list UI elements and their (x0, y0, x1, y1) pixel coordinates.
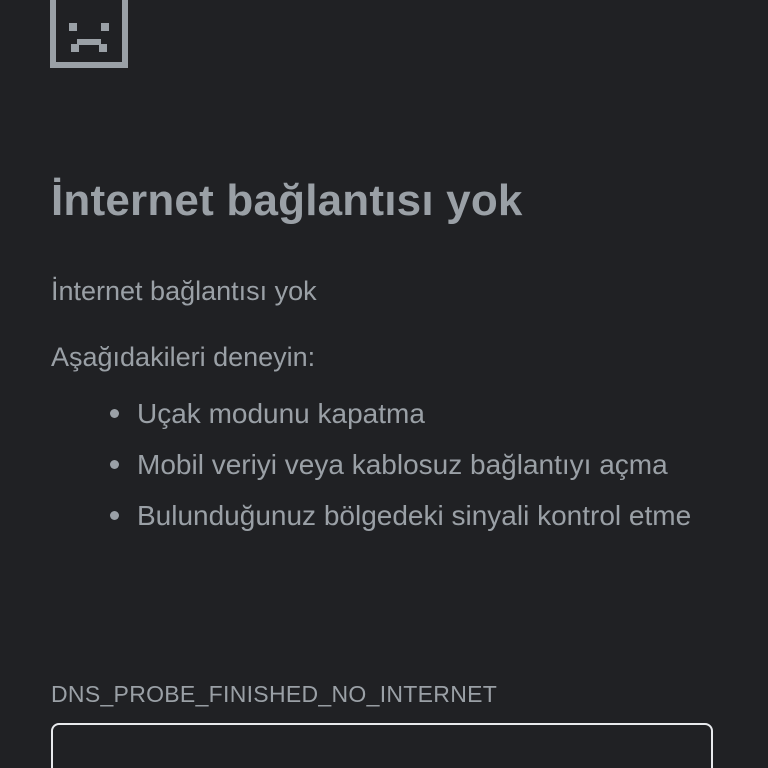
bullet-icon (110, 460, 119, 469)
details-button[interactable] (51, 723, 713, 768)
suggestion-text: Uçak modunu kapatma (137, 398, 425, 429)
bullet-icon (110, 409, 119, 418)
list-item: Bulunduğunuz bölgedeki sinyali kontrol e… (110, 490, 717, 541)
suggestion-text: Bulunduğunuz bölgedeki sinyali kontrol e… (137, 500, 692, 531)
suggestions-heading: Aşağıdakileri deneyin: (51, 342, 316, 372)
error-code: DNS_PROBE_FINISHED_NO_INTERNET (51, 681, 498, 707)
list-item: Uçak modunu kapatma (110, 388, 717, 439)
sad-page-icon (50, 0, 128, 68)
page-title: İnternet bağlantısı yok (51, 176, 523, 225)
suggestion-text: Mobil veriyi veya kablosuz bağlantıyı aç… (137, 449, 668, 480)
list-item: Mobil veriyi veya kablosuz bağlantıyı aç… (110, 439, 717, 490)
suggestions-list: Uçak modunu kapatma Mobil veriyi veya ka… (110, 388, 717, 541)
error-subtitle: İnternet bağlantısı yok (51, 276, 317, 306)
bullet-icon (110, 511, 119, 520)
